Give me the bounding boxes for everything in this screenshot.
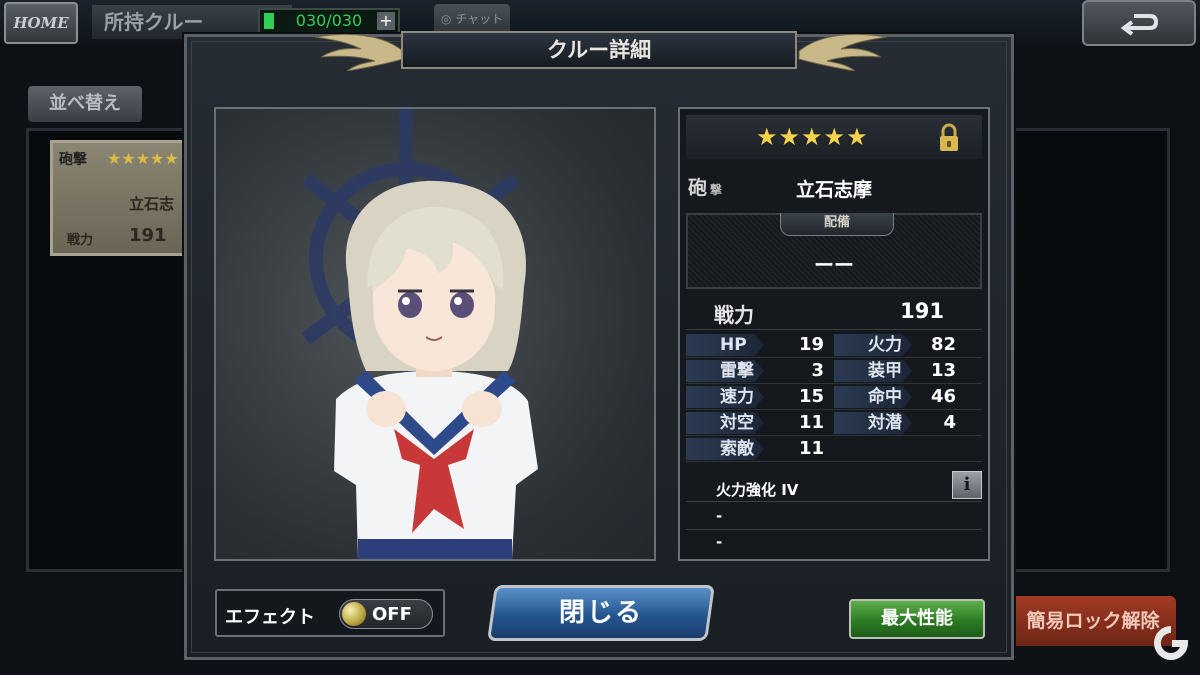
skill-list: 火力強化 IV i - - <box>686 461 982 557</box>
home-button[interactable]: HOME <box>4 2 78 44</box>
stat-row: HP 19 火力 82 <box>686 333 982 358</box>
lock-release-label: 簡易ロック解除 <box>1026 610 1160 632</box>
effect-toggle[interactable]: OFF <box>339 599 433 629</box>
stat-value: 3 <box>811 360 824 381</box>
info-button[interactable]: i <box>952 471 982 499</box>
stat-value: 11 <box>798 412 824 433</box>
stat-value: 15 <box>798 386 824 407</box>
stat-label: HP <box>686 334 764 356</box>
stat-label: 命中 <box>834 386 912 408</box>
stat-label: 速力 <box>686 386 764 408</box>
skill-item: - <box>686 529 982 555</box>
stat-row: 索敵 11 <box>686 437 982 462</box>
sort-button[interactable]: 並べ替え <box>28 86 142 122</box>
effect-state: OFF <box>372 604 412 625</box>
site-logo-icon <box>1154 626 1188 660</box>
stat-label: 対潜 <box>834 412 912 434</box>
chat-button[interactable]: ◎ チャット <box>434 4 510 34</box>
crew-card-stars: ★★★★★ <box>107 149 179 168</box>
close-button-label: 閉じる <box>558 598 643 628</box>
equipment-value: ーー <box>814 253 854 277</box>
crew-stats-panel: ★★★★★ 砲 撃 立石志摩 配備 ーー 戦力 191 HP 19 火力 82 … <box>678 107 990 561</box>
stat-row: 速力 15 命中 46 <box>686 385 982 410</box>
crew-portrait <box>214 107 656 561</box>
stat-label: 雷撃 <box>686 360 764 382</box>
crew-card-name: 立石志 <box>129 195 175 213</box>
lock-icon[interactable] <box>938 123 960 153</box>
stat-value: 11 <box>798 438 824 459</box>
crew-card-type: 砲撃 <box>59 152 87 168</box>
home-button-label: HOME <box>13 14 69 32</box>
right-wing-ornament-icon <box>798 33 888 71</box>
stat-value: 19 <box>798 334 824 355</box>
rarity-row: ★★★★★ <box>686 115 982 159</box>
crew-portrait-image <box>301 109 538 559</box>
toggle-knob-icon <box>342 602 366 626</box>
crew-count-icon <box>264 13 274 29</box>
crew-card-power-label: 戦力 <box>67 233 94 248</box>
stat-label: 対空 <box>686 412 764 434</box>
stat-row: 対空 11 対潜 4 <box>686 411 982 436</box>
crew-name: 立石志摩 <box>795 179 872 201</box>
stat-label: 火力 <box>834 334 912 356</box>
stat-value: 13 <box>930 360 956 381</box>
effect-setting: エフェクト OFF <box>215 589 445 637</box>
power-label: 戦力 <box>714 303 754 327</box>
power-value: 191 <box>900 299 944 323</box>
skill-name: - <box>716 533 723 551</box>
stat-value: 46 <box>930 386 956 407</box>
name-row: 砲 撃 立石志摩 <box>686 163 982 209</box>
stat-label: 装甲 <box>834 360 912 382</box>
back-button[interactable] <box>1082 0 1196 46</box>
skill-name: - <box>716 507 723 525</box>
left-wing-ornament-icon <box>314 33 404 71</box>
stat-row: 雷撃 3 装甲 13 <box>686 359 982 384</box>
equipment-slot[interactable]: 配備 ーー <box>686 213 982 289</box>
crew-count-text: 030/030 <box>295 11 363 30</box>
rarity-stars: ★★★★★ <box>756 123 869 151</box>
close-button[interactable]: 閉じる <box>487 585 715 641</box>
power-row: 戦力 191 <box>686 293 982 330</box>
effect-label: エフェクト <box>225 607 315 628</box>
crew-card[interactable]: 砲撃 ★★★★★ 立石志 戦力 191 <box>50 140 190 256</box>
crew-card-power-value: 191 <box>129 225 167 246</box>
max-performance-button[interactable]: 最大性能 <box>849 599 985 639</box>
stat-value: 82 <box>930 334 956 355</box>
screen-title-text: 所持クルー <box>104 10 204 34</box>
max-performance-label: 最大性能 <box>881 608 953 629</box>
add-capacity-button[interactable]: + <box>377 12 395 30</box>
skill-name: 火力強化 IV <box>716 481 799 499</box>
sort-label: 並べ替え <box>49 93 121 114</box>
equipment-label: 配備 <box>780 213 894 236</box>
dialog-title-text: クルー詳細 <box>546 38 652 62</box>
chat-icon: ◎ <box>440 12 452 26</box>
skill-item: - <box>686 503 982 530</box>
crew-detail-dialog: クルー詳細 ★★★★★ 砲 撃 立石志摩 配備 ーー 戦力 191 HP 19 … <box>184 31 1014 660</box>
back-arrow-icon <box>1120 14 1159 36</box>
chat-label: チャット <box>455 12 504 26</box>
dialog-title: クルー詳細 <box>401 31 797 69</box>
skill-item: 火力強化 IV i <box>686 469 982 502</box>
stat-value: 4 <box>943 412 956 433</box>
stat-label: 索敵 <box>686 438 764 460</box>
